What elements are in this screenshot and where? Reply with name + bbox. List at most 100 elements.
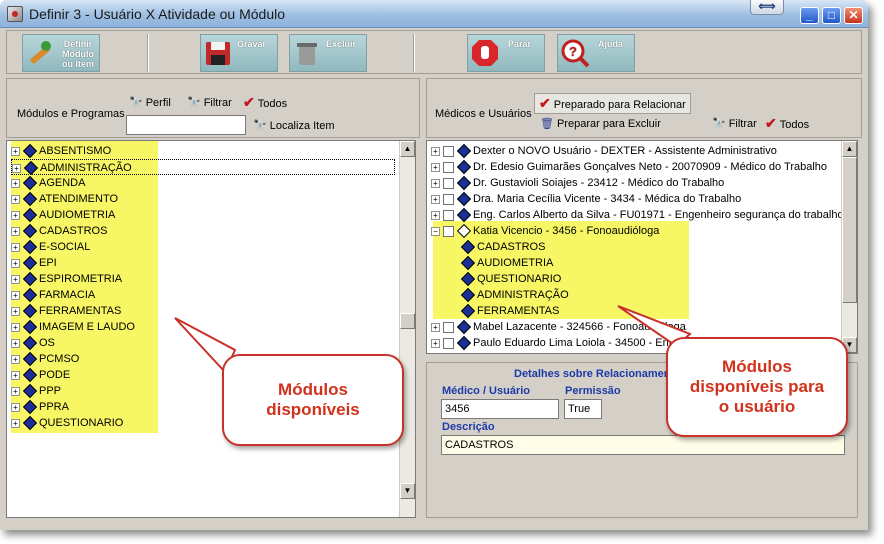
preparado-relacionar-button[interactable]: ✔ Preparado para Relacionar	[534, 93, 691, 114]
expand-icon[interactable]: +	[11, 146, 20, 156]
expand-icon[interactable]: +	[431, 338, 440, 348]
user-row[interactable]: + Dr. Gustavioli Soiajes - 23412 - Médico…	[431, 175, 724, 191]
module-row[interactable]: + PPRA	[11, 399, 69, 415]
expand-icon[interactable]: +	[11, 322, 20, 332]
collapse-icon[interactable]: −	[431, 226, 440, 236]
module-row[interactable]: + PCMSO	[11, 351, 79, 367]
localiza-item-button[interactable]: 🔭 Localiza Item	[253, 119, 335, 132]
expand-icon[interactable]: +	[11, 178, 20, 188]
preparar-excluir-button[interactable]: 🗑 Preparar para Excluir	[540, 117, 661, 130]
user-row[interactable]: + Eng. Carlos Alberto da Silva - FU01971 …	[431, 207, 844, 223]
module-label: QUESTIONARIO	[39, 417, 124, 429]
close-button[interactable]: ✕	[844, 7, 863, 24]
left-scrollbar[interactable]: ▲ ▼	[399, 141, 415, 517]
user-module-row[interactable]: FERRAMENTAS	[460, 303, 559, 319]
user-checkbox[interactable]	[443, 225, 454, 237]
user-checkbox[interactable]	[443, 209, 454, 221]
expand-icon[interactable]: +	[11, 194, 20, 204]
expand-icon[interactable]: +	[11, 306, 20, 316]
filtrar-button-right[interactable]: 🔭 Filtrar	[712, 117, 757, 130]
expand-icon[interactable]: +	[11, 418, 20, 428]
todos-label: Todos	[779, 119, 810, 131]
module-label: ESPIROMETRIA	[39, 273, 123, 285]
module-row[interactable]: + IMAGEM E LAUDO	[11, 319, 135, 335]
module-row[interactable]: + OS	[11, 335, 55, 351]
expand-icon[interactable]: +	[431, 162, 440, 172]
expand-icon[interactable]: +	[11, 242, 20, 252]
scroll-up-arrow[interactable]: ▲	[400, 141, 415, 157]
user-module-row[interactable]: AUDIOMETRIA	[460, 255, 553, 271]
scroll-thumb[interactable]	[842, 157, 857, 303]
user-row[interactable]: + Dr. Edesio Guimarães Gonçalves Neto - 2…	[431, 159, 827, 175]
medico-field[interactable]: 3456	[441, 399, 559, 419]
user-module-row[interactable]: CADASTROS	[460, 239, 545, 255]
module-row[interactable]: + AGENDA	[11, 175, 85, 191]
user-checkbox[interactable]	[443, 193, 454, 205]
parar-button[interactable]: Parar	[467, 34, 545, 72]
expand-icon[interactable]: +	[431, 178, 440, 188]
permissao-field[interactable]: True	[564, 399, 602, 419]
user-module-row[interactable]: QUESTIONARIO	[460, 271, 561, 287]
user-checkbox[interactable]	[443, 337, 454, 349]
expand-icon[interactable]: +	[12, 163, 21, 173]
expand-icon[interactable]: +	[11, 274, 20, 284]
perfil-button[interactable]: 🔭 Perfil	[129, 96, 171, 109]
user-row[interactable]: + Dra. Maria Cecília Vicente - 3434 - Méd…	[431, 191, 741, 207]
todos-button-left[interactable]: ✔ Todos	[243, 94, 287, 111]
ajuda-button[interactable]: ? Ajuda	[557, 34, 635, 72]
excluir-button[interactable]: Excluir	[289, 34, 367, 72]
expand-icon[interactable]: +	[11, 402, 20, 412]
gravar-label: Gravar	[237, 39, 267, 49]
expand-icon[interactable]: +	[11, 290, 20, 300]
user-checkbox[interactable]	[443, 161, 454, 173]
expand-icon[interactable]: +	[11, 354, 20, 364]
definir-button[interactable]: Definir Módulo ou Item	[22, 34, 100, 72]
todos-button-right[interactable]: ✔ Todos	[765, 115, 809, 132]
module-row[interactable]: + ABSENTISMO	[11, 143, 111, 159]
module-row[interactable]: + FARMACIA	[11, 287, 95, 303]
expand-icon[interactable]: +	[11, 226, 20, 236]
expand-icon[interactable]: +	[431, 322, 440, 332]
filtrar-button-left[interactable]: 🔭 Filtrar	[187, 96, 232, 109]
user-module-row[interactable]: ADMINISTRAÇÃO	[460, 287, 569, 303]
check-icon: ✔	[243, 94, 255, 110]
right-scrollbar[interactable]: ▲ ▼	[841, 141, 857, 353]
module-row[interactable]: + CADASTROS	[11, 223, 107, 239]
expand-icon[interactable]: +	[431, 146, 440, 156]
minimize-button[interactable]: _	[800, 7, 819, 24]
expand-icon[interactable]: +	[11, 386, 20, 396]
module-row[interactable]: + ADMINISTRAÇÃO	[11, 159, 395, 176]
module-row[interactable]: + AUDIOMETRIA	[11, 207, 115, 223]
descricao-field[interactable]: CADASTROS	[441, 435, 845, 455]
maximize-button[interactable]: □	[822, 7, 841, 24]
title-bar[interactable]: Definir 3 - Usuário X Atividade ou Módul…	[0, 0, 868, 28]
user-row[interactable]: + Dexter o NOVO Usuário - DEXTER - Assist…	[431, 143, 777, 159]
user-checkbox[interactable]	[443, 145, 454, 157]
module-row[interactable]: + PODE	[11, 367, 70, 383]
module-row[interactable]: + ATENDIMENTO	[11, 191, 118, 207]
expand-icon[interactable]: +	[11, 258, 20, 268]
expand-icon[interactable]: +	[11, 370, 20, 380]
module-row[interactable]: + E-SOCIAL	[11, 239, 90, 255]
scroll-down-arrow[interactable]: ▼	[400, 483, 415, 499]
scroll-thumb[interactable]	[400, 313, 415, 329]
module-diamond-icon	[460, 256, 476, 271]
module-row[interactable]: + QUESTIONARIO	[11, 415, 123, 431]
search-input[interactable]	[126, 115, 246, 135]
resize-arrows-icon[interactable]: ⟺	[750, 0, 784, 15]
module-row[interactable]: + PPP	[11, 383, 61, 399]
expand-icon[interactable]: +	[11, 338, 20, 348]
user-checkbox[interactable]	[443, 177, 454, 189]
module-row[interactable]: + EPI	[11, 255, 57, 271]
expand-icon[interactable]: +	[431, 210, 440, 220]
gravar-button[interactable]: Gravar	[200, 34, 278, 72]
module-row[interactable]: + ESPIROMETRIA	[11, 271, 122, 287]
module-row[interactable]: + FERRAMENTAS	[11, 303, 121, 319]
scroll-up-arrow[interactable]: ▲	[842, 141, 857, 157]
user-row[interactable]: + Mabel Lazacente - 324566 - Fonoaudiólog…	[431, 319, 686, 335]
user-checkbox[interactable]	[443, 321, 454, 333]
expand-icon[interactable]: +	[11, 210, 20, 220]
expand-icon[interactable]: +	[431, 194, 440, 204]
user-row-expanded[interactable]: − Katia Vicencio - 3456 - Fonoaudióloga	[431, 223, 659, 239]
user-diamond-icon	[456, 192, 472, 207]
